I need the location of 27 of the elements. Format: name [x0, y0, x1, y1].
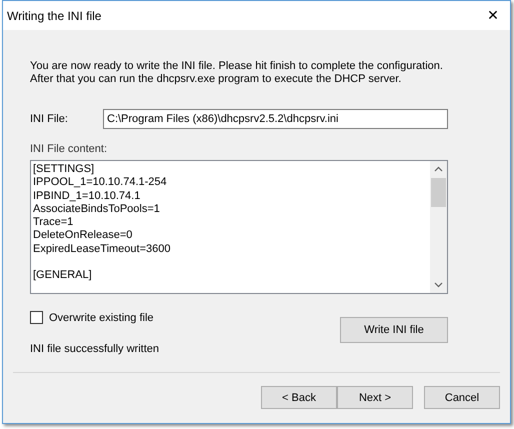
ini-line: DeleteOnRelease=0	[33, 229, 134, 243]
wizard-button[interactable]: Cancel	[424, 386, 500, 409]
ini-content-area[interactable]: [SETTINGS] IPPOOL_1=10.10.74.1-254 IPBIND_1=10.10.74.1 AssociateBindsToPools=1 Trace=1 DeleteOnRelease=0 ExpiredLeaseTimeout=3600 [GENERAL]	[30, 160, 448, 294]
window-title: Writing the INI file	[7, 8, 102, 22]
ini-line: [GENERAL]	[33, 269, 93, 283]
ini-line: AssociateBindsToPools=1	[33, 202, 161, 216]
scroll-down-icon[interactable]	[434, 282, 443, 288]
intro-text: After that you can run the dhcpsrv.exe program to execute the DHCP server.	[30, 73, 402, 86]
close-button[interactable]: ✕	[476, 1, 510, 30]
ini-line: Trace=1	[33, 216, 74, 230]
scrollbar[interactable]	[430, 161, 447, 293]
write-ini-button[interactable]: Write INI file	[340, 317, 448, 343]
overwrite-label: Overwrite existing file	[49, 312, 154, 324]
status-text: INI file successfully written	[30, 343, 159, 355]
wizard-button[interactable]: Next >	[337, 386, 413, 409]
overwrite-checkbox[interactable]	[30, 311, 43, 324]
intro-text: You are now ready to write the INI file. Please hit finish to complete the configuration.	[30, 60, 444, 73]
scroll-up-icon[interactable]	[434, 166, 443, 172]
ini-line: ExpiredLeaseTimeout=3600	[33, 242, 172, 256]
ini-line: IPPOOL_1=10.10.74.1-254	[33, 176, 168, 190]
ini-file-field[interactable]: C:\Program Files (x86)\dhcpsrv2.5.2\dhcpsrv.ini	[103, 109, 448, 129]
content-label: INI File content:	[30, 143, 108, 155]
wizard-button[interactable]: < Back	[261, 386, 337, 409]
ini-line: IPBIND_1=10.10.74.1	[33, 190, 142, 203]
ini-file-label: INI File:	[30, 113, 69, 125]
ini-line: [SETTINGS]	[33, 163, 96, 176]
scroll-thumb[interactable]	[431, 178, 446, 207]
